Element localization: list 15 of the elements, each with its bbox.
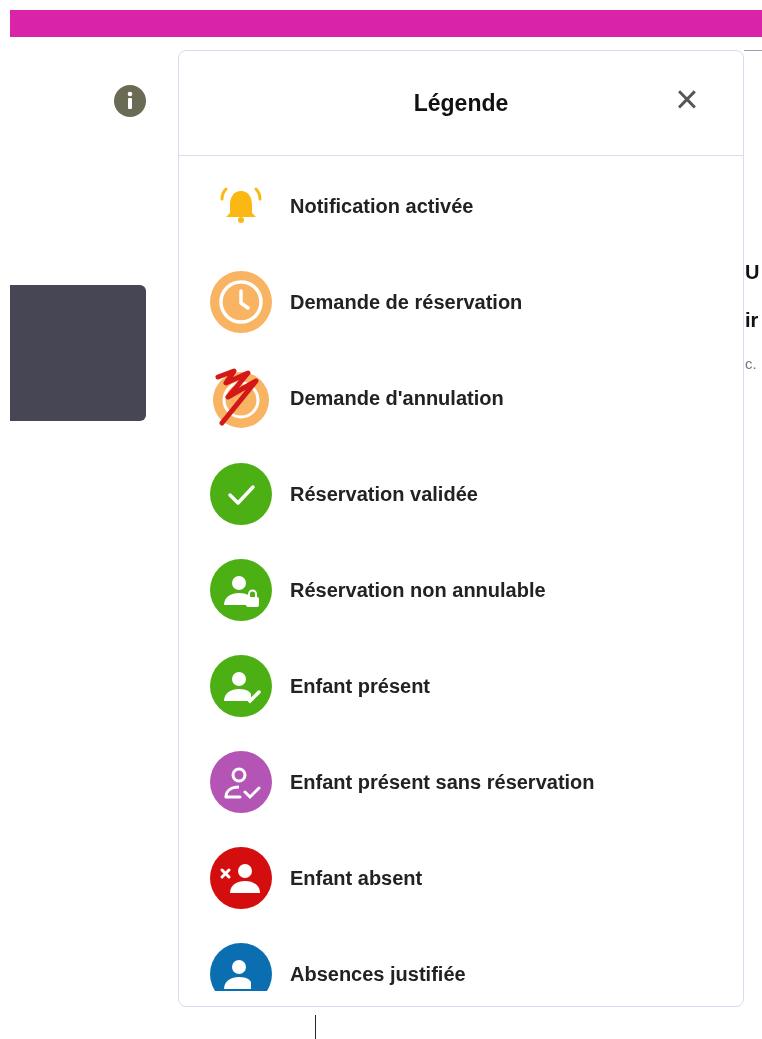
background-text: ir — [745, 308, 760, 333]
legend-label: Réservation validée — [290, 482, 478, 507]
legend-label: Enfant présent sans réservation — [290, 770, 595, 795]
legend-label: Notification activée — [290, 194, 474, 219]
close-button[interactable]: × — [669, 79, 705, 119]
legend-label: Enfant présent — [290, 674, 431, 699]
legend-title: Légende — [413, 88, 509, 118]
background-text: U — [745, 260, 760, 285]
info-icon[interactable] — [114, 85, 146, 117]
legend-label: Demande de réservation — [290, 290, 523, 315]
background-text: c. — [745, 354, 758, 374]
legend-label: Réservation non annulable — [290, 578, 546, 603]
legend-label: Enfant absent — [290, 866, 423, 891]
legend-label: Demande d'annulation — [290, 386, 504, 411]
legend-label: Absences justifiée — [290, 962, 466, 987]
